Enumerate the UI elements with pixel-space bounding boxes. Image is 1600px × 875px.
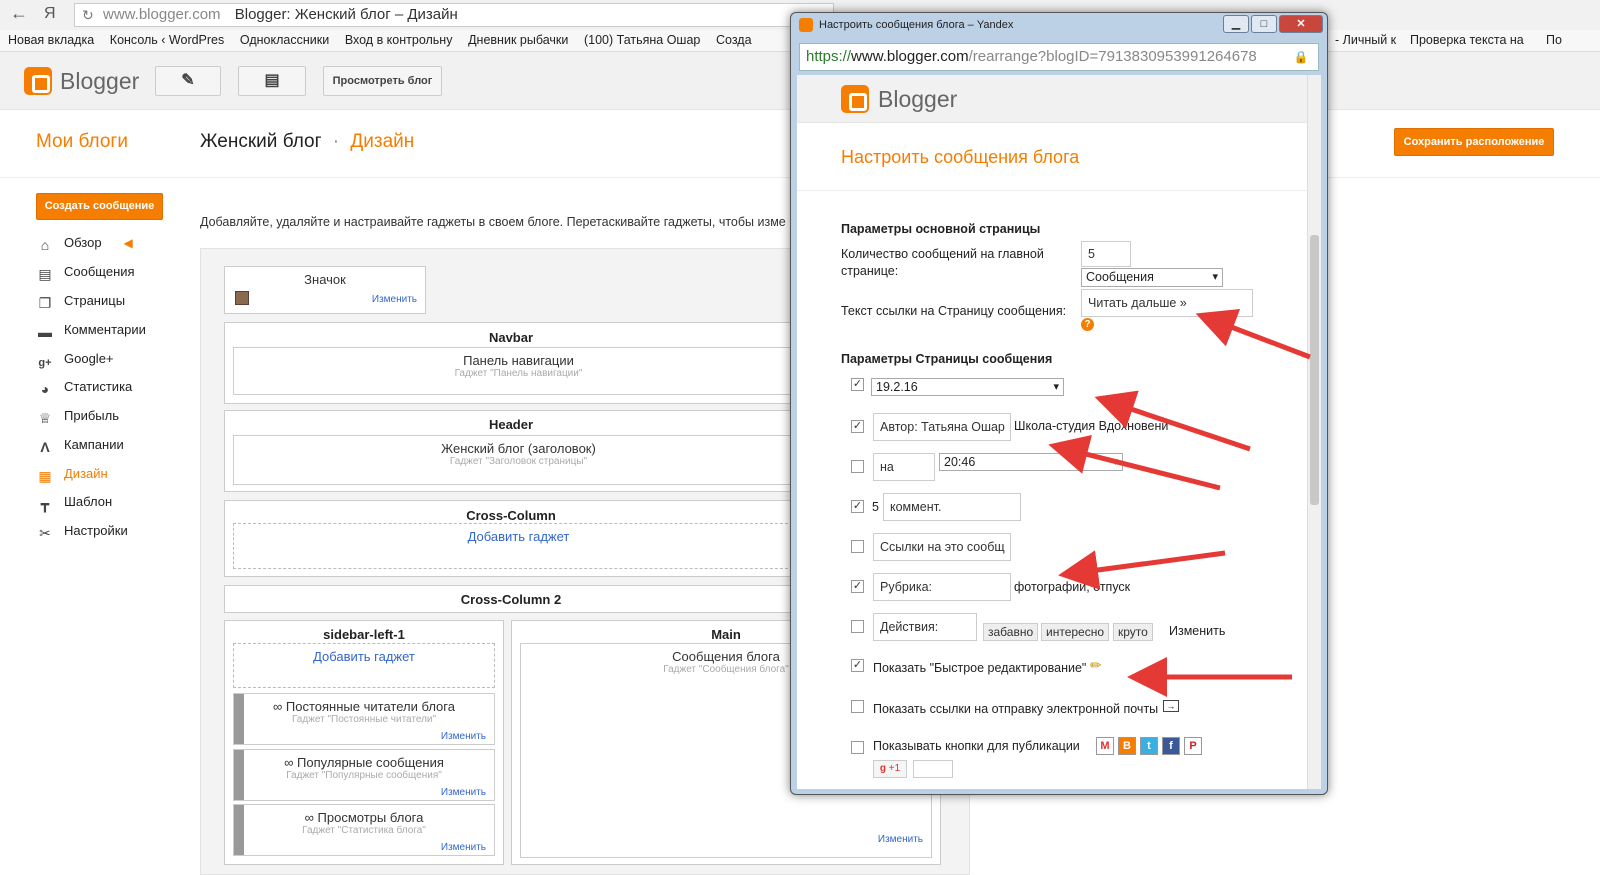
arrow-read-more xyxy=(1195,308,1311,360)
arrow-author xyxy=(1048,434,1221,491)
annotation-arrows xyxy=(1048,308,1311,697)
arrow-labels xyxy=(1058,550,1226,590)
arrow-date xyxy=(1094,390,1251,452)
